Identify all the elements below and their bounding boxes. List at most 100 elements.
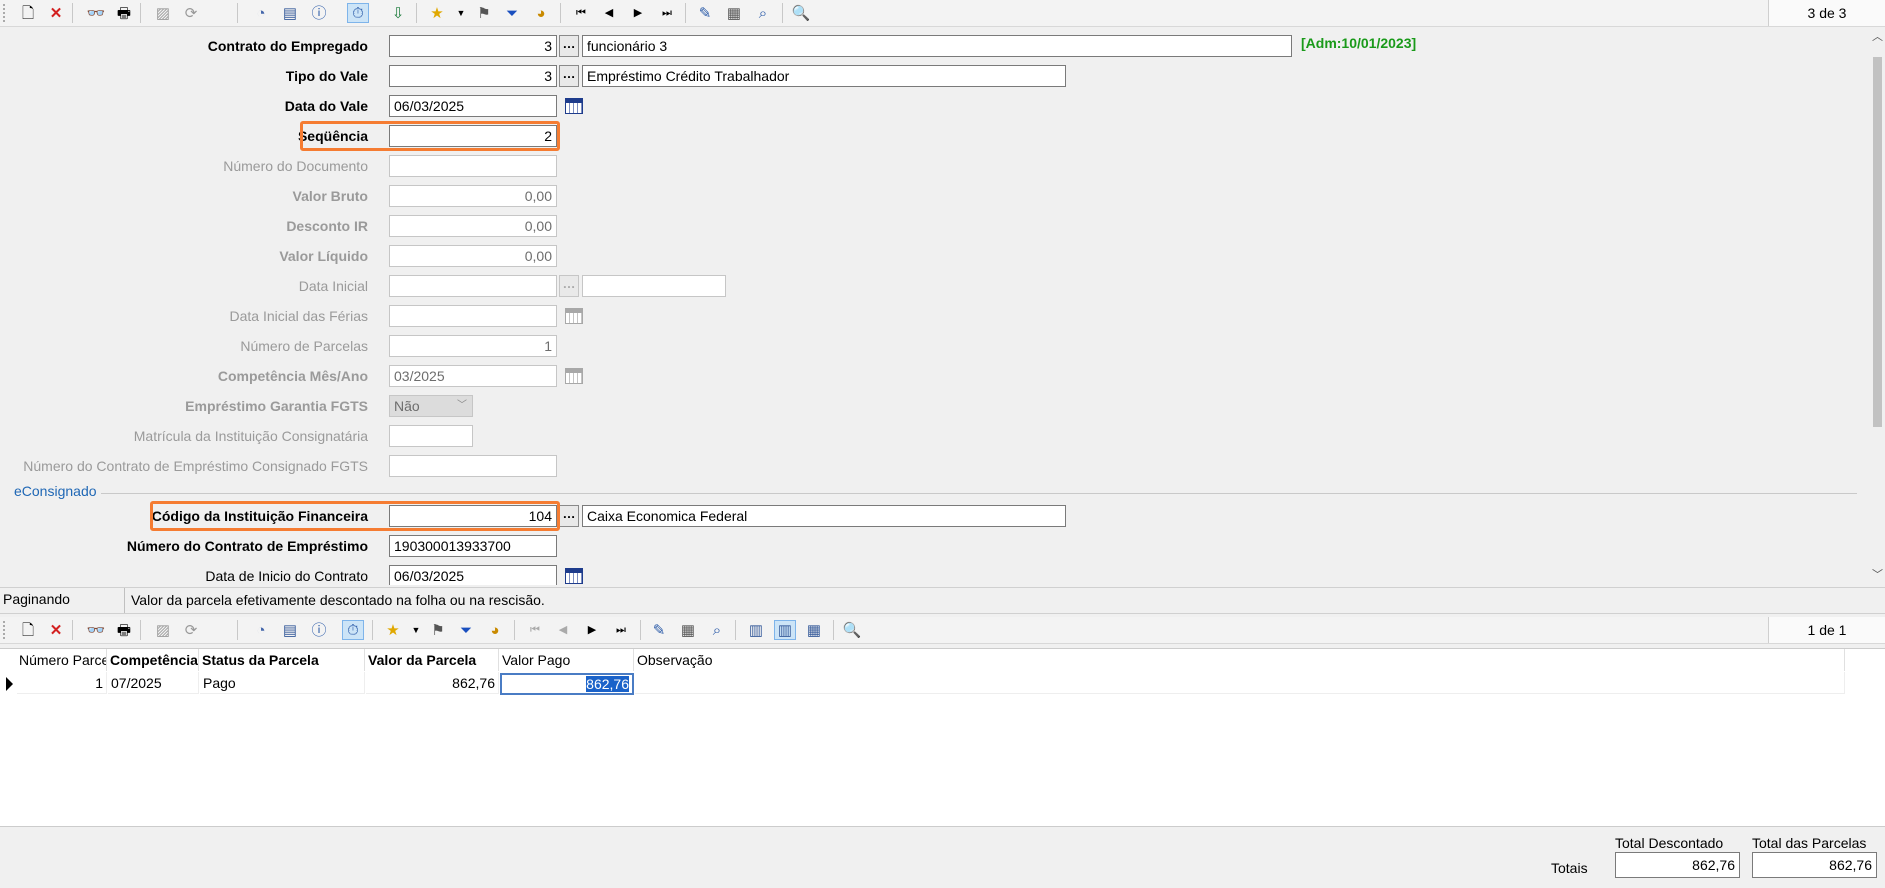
data-inicial-ferias-input[interactable] [389,305,557,327]
next-record-icon[interactable]: ▶ [581,620,603,640]
scroll-down-icon[interactable]: ﹀ [1870,567,1885,583]
print-icon[interactable]: 🖶 [113,3,135,23]
save-icon[interactable]: ▨ [152,620,174,640]
col-observacao[interactable]: Observação [635,649,1845,671]
list-icon[interactable]: ▤ [279,3,301,23]
contrato-empregado-code-input[interactable]: 3 [389,35,557,57]
valor-pago-editor[interactable]: 862,76 [500,673,634,695]
cell-competencia[interactable]: 07/2025 [108,672,199,694]
col-competencia[interactable]: Competência [108,649,199,671]
calendar-icon[interactable] [564,567,584,585]
data-inicial-lookup-button[interactable]: … [559,275,579,297]
find-icon[interactable]: 👓 [85,3,107,23]
matricula-instituicao-input[interactable] [389,425,473,447]
new-record-icon[interactable]: 🗋 [17,620,39,640]
clear-filter-icon[interactable]: ◕ [484,620,506,640]
competencia-input[interactable]: 03/2025 [389,365,557,387]
first-record-icon[interactable]: ⏮ [524,620,546,640]
refresh-icon[interactable]: ⟳ [180,620,202,640]
last-record-icon[interactable]: ⏭ [656,3,678,23]
numero-contrato-input[interactable]: 190300013933700 [389,535,557,557]
grid-columns-icon[interactable]: ▦ [803,620,825,640]
filter-icon[interactable]: ⏷ [501,3,523,23]
cell-valor[interactable]: 862,76 [366,672,499,694]
scroll-up-icon[interactable]: ︿ [1870,29,1885,45]
cell-observacao[interactable] [635,672,1845,694]
delete-icon[interactable]: ✕ [45,620,67,640]
prev-record-icon[interactable]: ◀ [552,620,574,640]
report-icon[interactable]: ◔ [250,3,272,23]
next-record-icon[interactable]: ▶ [627,3,649,23]
save-icon[interactable]: ▨ [152,3,174,23]
info-icon[interactable]: ⓘ [308,3,330,23]
numero-contrato-fgts-input[interactable] [389,455,557,477]
col-numero-parcela[interactable]: Número Parcela [17,649,107,671]
calendar-icon[interactable] [564,97,584,115]
total-descontado-field[interactable]: 862,76 [1615,852,1740,878]
data-inicio-contrato-input[interactable]: 06/03/2025 [389,565,557,585]
first-record-icon[interactable]: ⏮ [570,3,592,23]
col-valor-parcela[interactable]: Valor da Parcela [366,649,499,671]
favorites-icon[interactable]: ★ [382,620,404,640]
desconto-ir-input[interactable]: 0,00 [389,215,557,237]
tipo-vale-code-input[interactable]: 3 [389,65,557,87]
delete-icon[interactable]: ✕ [45,3,67,23]
toolbar-separator [72,620,73,640]
new-record-icon[interactable]: 🗋 [17,3,39,23]
timer-icon[interactable]: ⏱ [347,3,369,23]
toolbar-separator [372,620,373,640]
preview-icon[interactable]: 🔍 [841,620,863,640]
cell-status[interactable]: Pago [200,672,365,694]
export-icon[interactable]: ⇩ [387,3,409,23]
numero-documento-input[interactable] [389,155,557,177]
section-divider [101,493,1857,494]
document-search-icon[interactable]: ⌕ [752,3,774,23]
chevron-down-icon[interactable]: ▼ [450,3,472,23]
garantia-fgts-select[interactable]: Não ﹀ [389,395,473,417]
info-icon[interactable]: ⓘ [308,620,330,640]
document-icon[interactable]: ▦ [723,3,745,23]
clear-filter-icon[interactable]: ◕ [530,3,552,23]
contrato-empregado-lookup-button[interactable]: … [559,35,579,57]
edit-icon[interactable]: ✎ [648,620,670,640]
refresh-icon[interactable]: ⟳ [180,3,202,23]
data-inicial-desc-field[interactable] [582,275,726,297]
bookmark-icon[interactable]: ⚑ [427,620,449,640]
grid-view-icon[interactable]: ▥ [745,620,767,640]
favorites-icon[interactable]: ★ [426,3,448,23]
timer-icon[interactable]: ⏱ [342,620,364,640]
tipo-vale-lookup-button[interactable]: … [559,65,579,87]
valor-bruto-input[interactable]: 0,00 [389,185,557,207]
label-data-inicial: Data Inicial [298,278,368,294]
find-icon[interactable]: 👓 [85,620,107,640]
form-scrollbar[interactable]: ︿ ﹀ [1870,27,1885,585]
bookmark-icon[interactable]: ⚑ [473,3,495,23]
cell-numero[interactable]: 1 [17,672,107,694]
document-icon[interactable]: ▦ [677,620,699,640]
print-icon[interactable]: 🖶 [113,620,135,640]
data-vale-input[interactable]: 06/03/2025 [389,95,557,117]
document-search-icon[interactable]: ⌕ [706,620,728,640]
prev-record-icon[interactable]: ◀ [598,3,620,23]
preview-icon[interactable]: 🔍 [790,3,812,23]
valor-liquido-input[interactable]: 0,00 [389,245,557,267]
chevron-down-icon[interactable]: ▼ [405,620,427,640]
filter-icon[interactable]: ⏷ [455,620,477,640]
data-inicial-input[interactable] [389,275,557,297]
list-icon[interactable]: ▤ [279,620,301,640]
total-parcelas-field[interactable]: 862,76 [1752,852,1877,878]
codigo-instituicao-lookup-button[interactable]: … [559,505,579,527]
scrollbar-thumb[interactable] [1873,57,1882,427]
numero-parcelas-input[interactable]: 1 [389,335,557,357]
tipo-vale-name-field[interactable]: Empréstimo Crédito Trabalhador [582,65,1066,87]
last-record-icon[interactable]: ⏭ [610,620,632,640]
calendar-icon[interactable] [564,307,584,325]
instituicao-name-field[interactable]: Caixa Economica Federal [582,505,1066,527]
calendar-icon[interactable] [564,367,584,385]
contrato-empregado-name-field[interactable]: funcionário 3 [582,35,1292,57]
col-valor-pago[interactable]: Valor Pago [500,649,634,671]
col-status-parcela[interactable]: Status da Parcela [200,649,365,671]
grid-select-icon[interactable]: ▥ [774,620,796,640]
report-icon[interactable]: ◔ [250,620,272,640]
edit-icon[interactable]: ✎ [694,3,716,23]
